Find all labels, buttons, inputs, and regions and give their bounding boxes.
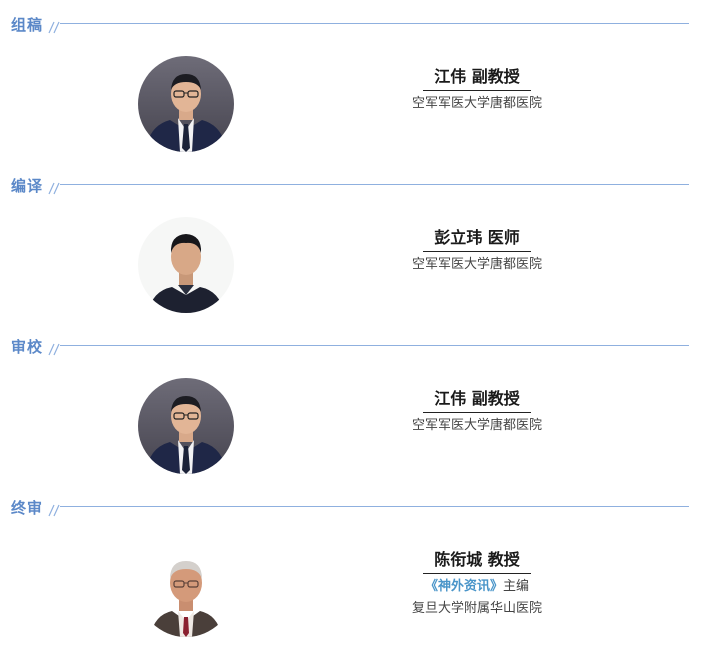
person-title: 医师 [487, 228, 520, 247]
avatar [138, 541, 234, 637]
section-heading: 审校 [11, 338, 44, 356]
person-info: 彭立玮 医师 空军军医大学唐都医院 [380, 227, 574, 276]
person-affiliation: 空军军医大学唐都医院 [411, 418, 542, 433]
person-name: 江伟 [434, 389, 467, 408]
person-name-title: 陈衔城 教授 [423, 549, 531, 574]
avatar [138, 378, 234, 474]
person-info: 陈衔城 教授 《神外资讯》主编 复旦大学附属华山医院 [380, 549, 574, 620]
section-header: 组稿 [0, 12, 710, 34]
person-affiliation: 复旦大学附属华山医院 [411, 601, 542, 616]
section-header: 编译 [0, 173, 710, 195]
person-title: 教授 [487, 550, 520, 569]
avatar [138, 217, 234, 313]
avatar [138, 56, 234, 152]
person-name-title: 江伟 副教授 [423, 388, 531, 413]
person-info: 江伟 副教授 空军军医大学唐都医院 [380, 388, 574, 437]
section-header: 审校 [0, 334, 710, 356]
section-divider [60, 506, 689, 507]
person-role: 《神外资讯》主编 [380, 576, 574, 598]
person-affiliation: 空军军医大学唐都医院 [411, 96, 542, 111]
person-name-title: 彭立玮 医师 [423, 227, 531, 252]
person-title: 副教授 [471, 67, 520, 86]
section-divider [60, 23, 689, 24]
person-name: 彭立玮 [434, 228, 483, 247]
section-heading: 编译 [11, 177, 44, 195]
journal-name: 《神外资讯》 [424, 579, 503, 594]
person-name: 陈衔城 [434, 550, 483, 569]
person-affiliation: 空军军医大学唐都医院 [411, 257, 542, 272]
section-header: 终审 [0, 495, 710, 517]
section-divider [60, 345, 689, 346]
person-name: 江伟 [434, 67, 467, 86]
role-suffix: 主编 [503, 579, 530, 594]
section-heading: 组稿 [11, 16, 44, 34]
section-heading: 终审 [11, 499, 44, 517]
section-divider [60, 184, 689, 185]
person-name-title: 江伟 副教授 [423, 66, 531, 91]
person-title: 副教授 [471, 389, 520, 408]
person-info: 江伟 副教授 空军军医大学唐都医院 [380, 66, 574, 115]
